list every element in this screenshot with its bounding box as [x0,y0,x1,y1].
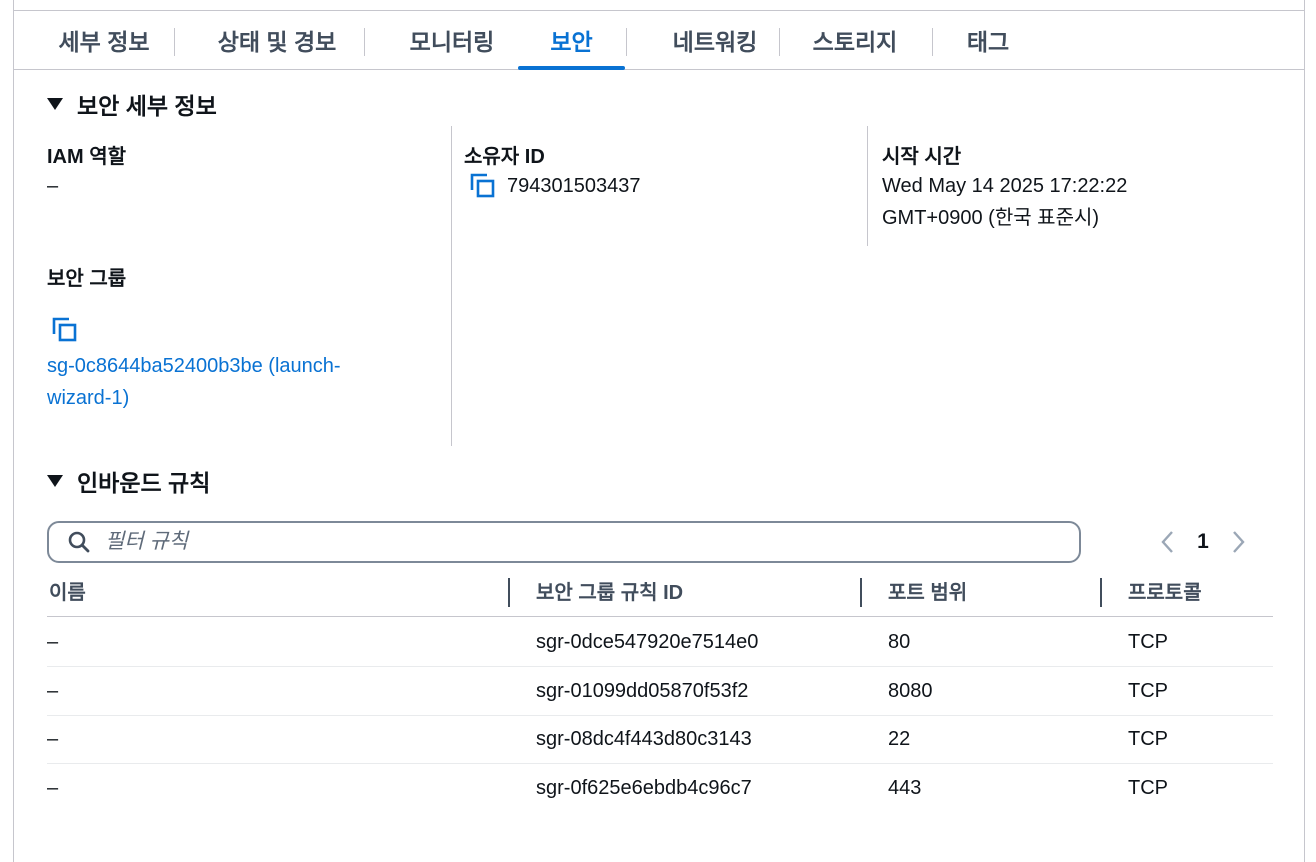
security-group-link[interactable]: sg-0c8644ba52400b3be (launch- [47,350,341,382]
column-header-protocol[interactable]: 프로토콜 [1128,578,1202,608]
tab-divider [174,28,175,56]
cell-rule-id: sgr-0dce547920e7514e0 [536,631,759,653]
cell-name: – [47,631,59,653]
cell-port-range: 8080 [888,680,933,702]
column-divider [451,126,452,446]
tab-storage[interactable]: 스토리지 [780,11,930,69]
owner-id-label: 소유자 ID [464,146,545,168]
tab-divider [932,28,933,56]
page-number[interactable]: 1 [1178,530,1228,554]
search-icon [68,531,90,553]
tab-divider [364,28,365,56]
launch-time-label: 시작 시간 [882,146,962,168]
cell-name: – [47,728,59,750]
chevron-right-icon[interactable] [1228,528,1248,556]
cell-name: – [47,777,59,799]
launch-time-value: Wed May 14 2025 17:22:22 [882,175,1128,197]
table-header-divider [47,616,1273,617]
security-details-title: 보안 세부 정보 [77,93,217,119]
tab-networking[interactable]: 네트워킹 [640,11,790,69]
security-group-link-cont[interactable]: wizard-1) [47,382,129,414]
cell-rule-id: sgr-01099dd05870f53f2 [536,680,749,702]
copy-icon[interactable] [52,317,78,343]
column-resizer[interactable] [860,578,862,607]
column-header-name[interactable]: 이름 [49,578,86,608]
cell-protocol: TCP [1128,777,1168,799]
cell-protocol: TCP [1128,631,1168,653]
column-resizer[interactable] [508,578,510,607]
cell-name: – [47,680,59,702]
tab-details[interactable]: 세부 정보 [32,11,176,69]
filter-box [47,521,1081,563]
tab-monitoring[interactable]: 모니터링 [378,11,526,69]
filter-rules-input[interactable] [103,529,1007,555]
cell-protocol: TCP [1128,680,1168,702]
tab-status-alarms[interactable]: 상태 및 경보 [188,11,366,69]
iam-role-label: IAM 역할 [47,146,127,168]
column-header-rule-id[interactable]: 보안 그룹 규칙 ID [536,578,683,608]
cell-rule-id: sgr-08dc4f443d80c3143 [536,728,752,750]
security-groups-label: 보안 그룹 [47,268,127,290]
column-resizer[interactable] [1100,578,1102,607]
security-details-toggle[interactable]: 보안 세부 정보 [47,88,217,120]
caret-down-icon [47,98,63,110]
cell-port-range: 443 [888,777,922,799]
inbound-rules-title: 인바운드 규칙 [77,470,211,496]
row-divider [47,715,1273,716]
tab-tags[interactable]: 태그 [936,11,1040,69]
caret-down-icon [47,475,63,487]
cell-port-range: 22 [888,728,911,750]
row-divider [47,666,1273,667]
column-header-port-range[interactable]: 포트 범위 [888,578,967,608]
copy-icon[interactable] [470,173,496,199]
iam-role-value: – [47,175,59,197]
cell-port-range: 80 [888,631,911,653]
tab-bar: 세부 정보 상태 및 경보 모니터링 보안 네트워킹 스토리지 태그 [14,11,1304,70]
cell-protocol: TCP [1128,728,1168,750]
tab-security[interactable]: 보안 [518,11,625,70]
owner-id-value: 794301503437 [507,175,641,197]
row-divider [47,763,1273,764]
inbound-rules-toggle[interactable]: 인바운드 규칙 [47,465,210,497]
launch-time-timezone: GMT+0900 (한국 표준시) [882,207,1100,229]
pagination: 1 [1158,528,1248,556]
tab-divider [626,28,627,56]
chevron-left-icon[interactable] [1158,528,1178,556]
security-panel: 세부 정보 상태 및 경보 모니터링 보안 네트워킹 스토리지 태그 보안 세부… [13,0,1305,862]
column-divider [867,126,868,246]
cell-rule-id: sgr-0f625e6ebdb4c96c7 [536,777,752,799]
